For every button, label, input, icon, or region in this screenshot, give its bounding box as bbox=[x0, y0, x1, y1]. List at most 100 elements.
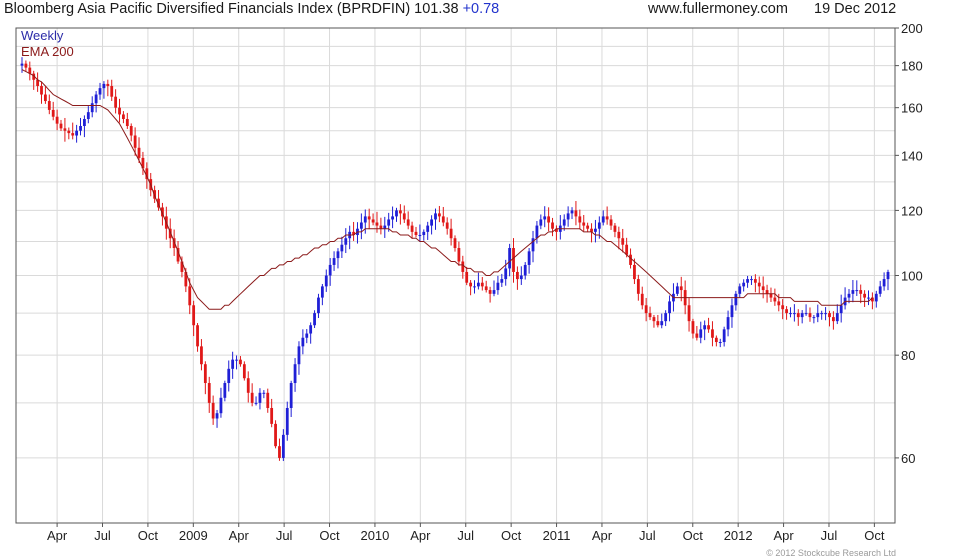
candle-body bbox=[203, 364, 207, 384]
candle-body bbox=[699, 329, 703, 338]
x-tick-label: Jul bbox=[457, 528, 474, 543]
candle-body bbox=[812, 317, 816, 319]
candles bbox=[20, 57, 890, 462]
candle-body bbox=[789, 313, 792, 315]
candle-body bbox=[824, 313, 827, 315]
candle-body bbox=[547, 216, 551, 223]
candle-body bbox=[59, 123, 63, 129]
x-tick-label: Apr bbox=[47, 528, 68, 543]
candle-body bbox=[582, 222, 586, 226]
candle-body bbox=[449, 228, 453, 239]
x-tick-label: Apr bbox=[592, 528, 613, 543]
candle-body bbox=[285, 407, 289, 435]
candle-body bbox=[711, 329, 714, 338]
candle-body bbox=[215, 413, 219, 419]
x-tick-label: Jul bbox=[821, 528, 838, 543]
candle-body bbox=[551, 222, 554, 229]
candle-body bbox=[617, 231, 621, 239]
candle-body bbox=[851, 290, 855, 294]
candle-body bbox=[79, 125, 82, 131]
candle-body bbox=[855, 290, 859, 292]
candle-body bbox=[570, 210, 574, 214]
candle-body bbox=[313, 313, 316, 326]
candle-body bbox=[40, 86, 43, 95]
candle-body bbox=[703, 325, 707, 330]
candle-body bbox=[594, 228, 597, 232]
legend-weekly: Weekly bbox=[21, 28, 64, 43]
candle-body bbox=[765, 290, 769, 294]
candle-body bbox=[738, 286, 742, 294]
candle-body bbox=[20, 63, 24, 66]
x-axis: Apr Jul Oct 2009 Apr Jul Oct 2010 Apr Jul Oct 2011 A… bbox=[47, 523, 885, 543]
x-tick-label: Oct bbox=[864, 528, 885, 543]
candle-body bbox=[625, 244, 629, 255]
candle-body bbox=[51, 109, 55, 117]
candle-body bbox=[94, 94, 98, 104]
candle-body bbox=[266, 392, 270, 408]
candle-body bbox=[621, 238, 625, 245]
x-tick-label: 2009 bbox=[179, 528, 208, 543]
candle-body bbox=[367, 216, 371, 220]
candle-body bbox=[441, 216, 445, 223]
candle-body bbox=[262, 392, 266, 394]
candle-body bbox=[886, 271, 890, 280]
candle-body bbox=[324, 275, 328, 287]
candle-body bbox=[535, 225, 539, 239]
candle-body bbox=[375, 222, 379, 226]
price-chart: 60 80 100 120 140 160 180 200 Apr Jul Oct 2009 Apr J… bbox=[15, 21, 923, 543]
candle-body bbox=[516, 271, 519, 280]
candle-body bbox=[652, 317, 656, 322]
candle-body bbox=[258, 392, 262, 403]
candle-body bbox=[239, 359, 242, 365]
candle-body bbox=[402, 213, 406, 220]
y-tick-label: 200 bbox=[901, 21, 923, 36]
candle-body bbox=[859, 290, 863, 294]
candle-body bbox=[773, 297, 777, 302]
candle-body bbox=[344, 238, 348, 245]
candle-body bbox=[254, 402, 258, 404]
candle-body bbox=[47, 101, 51, 110]
x-tick-label: 2011 bbox=[543, 528, 571, 543]
y-tick-label: 80 bbox=[901, 348, 915, 363]
candle-body bbox=[270, 407, 274, 424]
candle-body bbox=[242, 364, 246, 379]
candle-body bbox=[527, 251, 531, 265]
candle-body bbox=[196, 325, 199, 347]
candle-body bbox=[328, 264, 332, 276]
candle-body bbox=[118, 107, 121, 115]
candle-body bbox=[387, 219, 391, 226]
y-tick-label: 100 bbox=[901, 269, 923, 284]
candle-body bbox=[281, 434, 285, 458]
candle-body bbox=[718, 342, 722, 344]
candle-body bbox=[562, 219, 566, 226]
x-tick-label: Jul bbox=[94, 528, 111, 543]
candle-body bbox=[235, 359, 238, 361]
copyright-notice: © 2012 Stockcube Research Ltd bbox=[766, 548, 896, 558]
candle-body bbox=[301, 337, 305, 347]
candle-body bbox=[586, 225, 590, 229]
candle-body bbox=[633, 264, 636, 280]
candle-body bbox=[445, 222, 449, 229]
candle-body bbox=[289, 383, 293, 408]
candle-body bbox=[227, 368, 231, 384]
candle-body bbox=[644, 305, 648, 314]
y-axis: 60 80 100 120 140 160 180 200 bbox=[895, 21, 923, 466]
grid-lines bbox=[16, 27, 895, 523]
candle-body bbox=[90, 103, 94, 113]
candle-body bbox=[320, 286, 324, 298]
candle-body bbox=[590, 228, 593, 232]
x-tick-label: Oct bbox=[501, 528, 522, 543]
candle-body bbox=[785, 309, 788, 314]
candle-body bbox=[110, 86, 114, 97]
candle-body bbox=[878, 286, 882, 294]
candle-body bbox=[508, 248, 512, 269]
candle-body bbox=[223, 383, 227, 398]
candle-body bbox=[122, 114, 125, 120]
candle-body bbox=[660, 321, 664, 326]
candle-body bbox=[250, 392, 254, 403]
candle-body bbox=[691, 321, 695, 334]
candle-body bbox=[831, 317, 835, 322]
candle-body bbox=[781, 305, 785, 310]
candle-body bbox=[488, 290, 492, 294]
candle-body bbox=[820, 313, 824, 315]
